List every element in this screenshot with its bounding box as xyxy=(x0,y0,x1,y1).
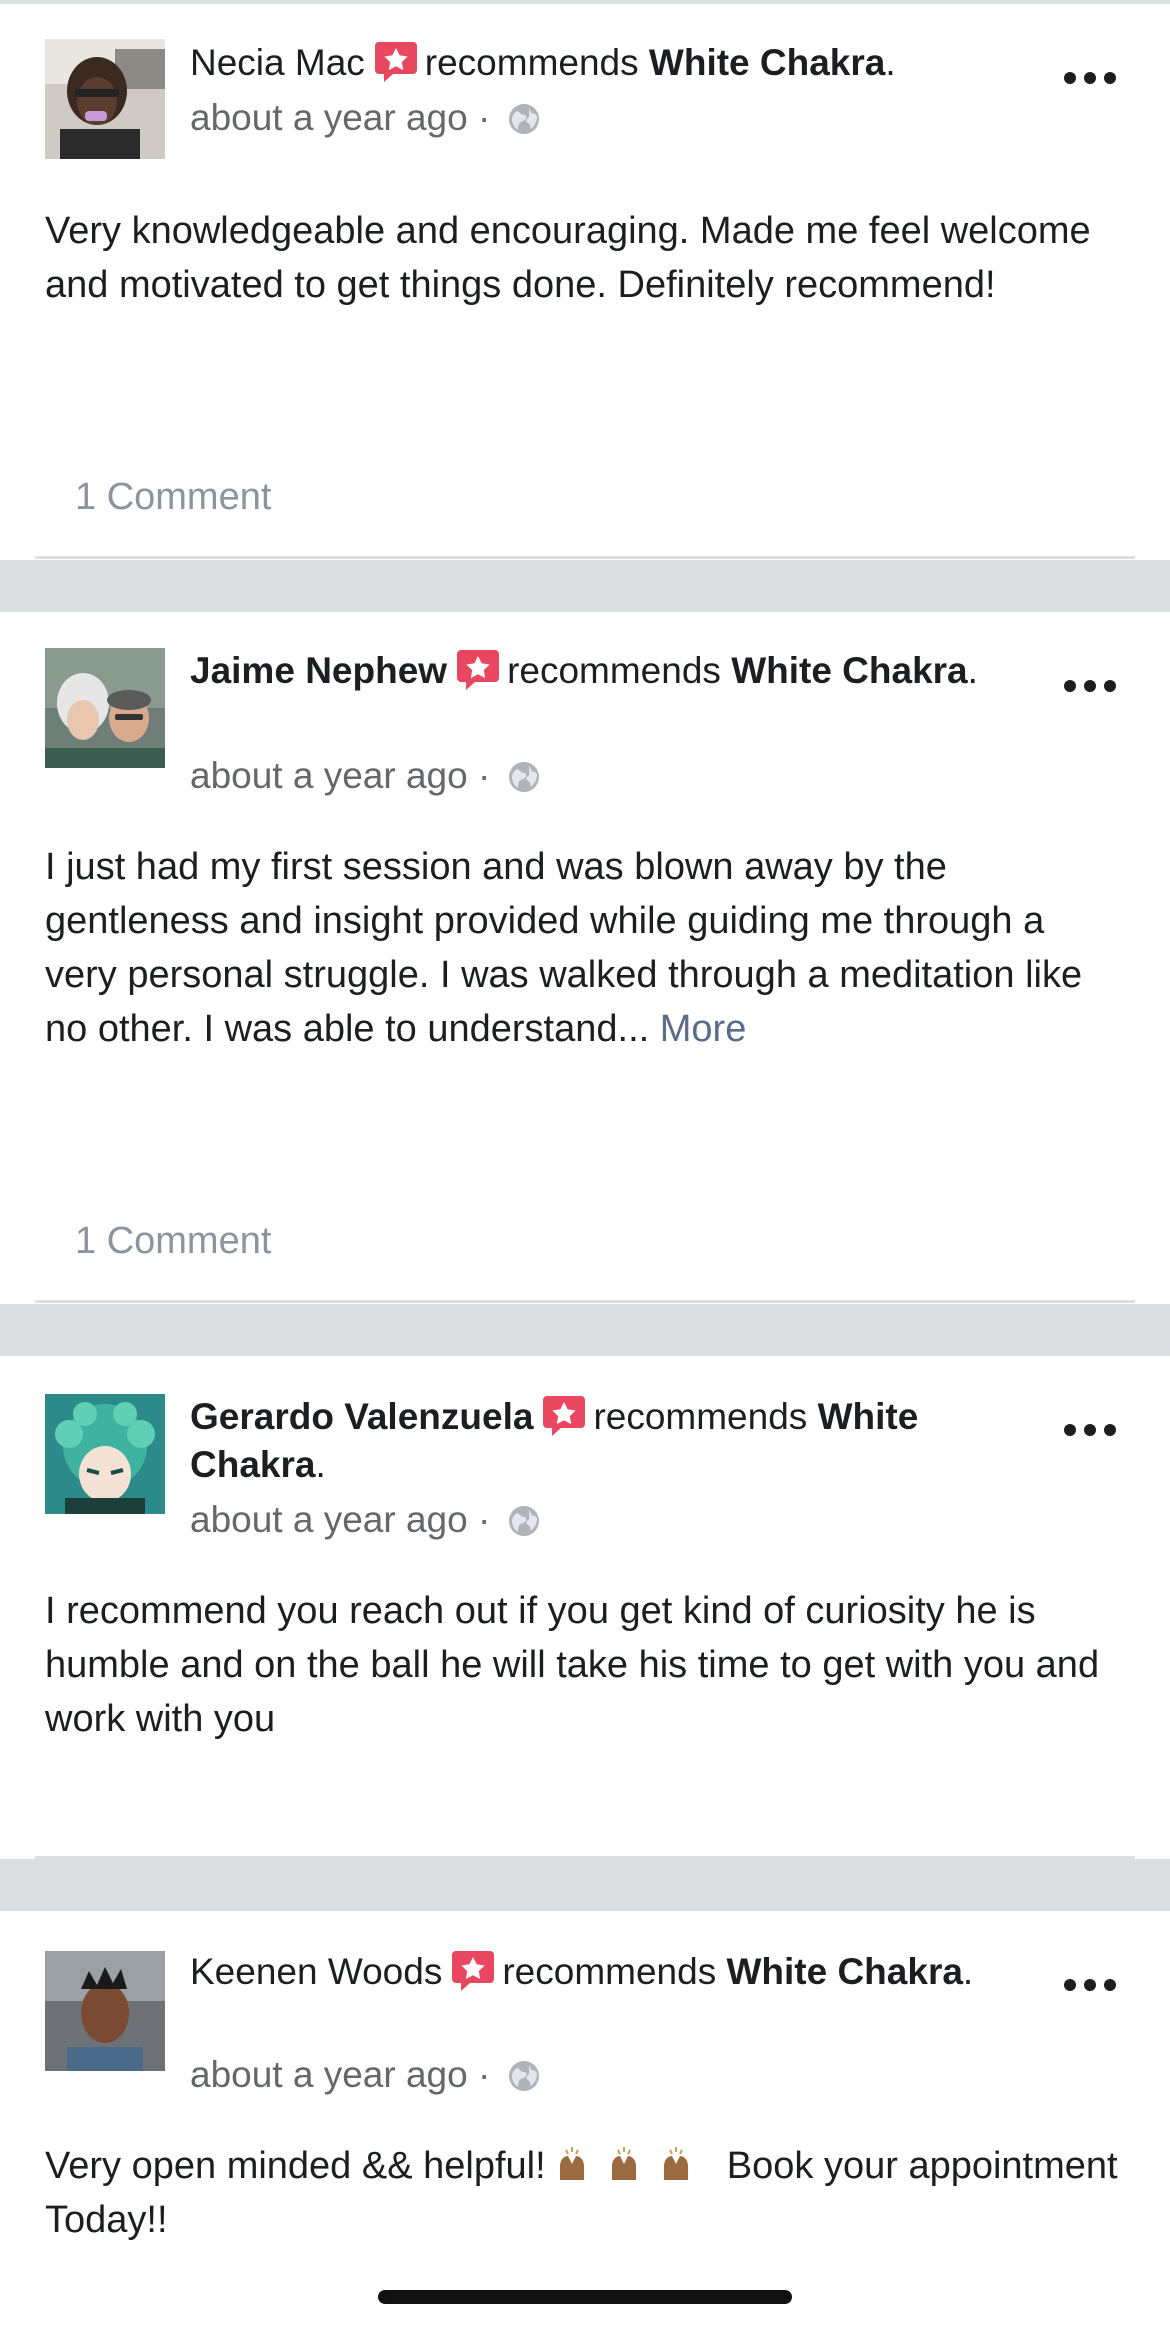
raising-hands-emoji-icon xyxy=(560,2147,689,2180)
review-header: Necia Mac recommends White Chakra. xyxy=(190,38,1050,87)
avatar[interactable] xyxy=(45,1951,165,2071)
globe-icon xyxy=(508,104,539,134)
avatar[interactable] xyxy=(45,1394,165,1514)
reviewer-name[interactable]: Jaime Nephew xyxy=(190,650,447,691)
recommend-icon xyxy=(543,1396,586,1436)
avatar[interactable] xyxy=(45,648,165,768)
review-text-content: I just had my first session and was blow… xyxy=(45,846,1083,1050)
recommends-verb: recommends xyxy=(502,1951,717,1992)
review-card: Keenen Woods recommends White Chakra. abo… xyxy=(0,1911,1170,2325)
review-header: Jaime Nephew recommends White Chakra. xyxy=(190,646,1050,695)
page-link[interactable]: White Chakra xyxy=(726,1951,962,1992)
review-card: Jaime Nephew recommends White Chakra. abo… xyxy=(0,612,1170,1304)
recommends-verb: recommends xyxy=(424,42,639,83)
timestamp[interactable]: about a year ago xyxy=(190,2054,468,2095)
card-separator xyxy=(0,560,1170,612)
page-link[interactable]: White Chakra xyxy=(731,650,967,691)
review-card: Necia Mac recommends White Chakra. about … xyxy=(0,4,1170,560)
globe-icon xyxy=(508,2061,539,2091)
review-meta: about a year ago · xyxy=(190,754,541,798)
review-header: Keenen Woods recommends White Chakra. xyxy=(190,1947,1050,1996)
page-link[interactable]: White Chakra xyxy=(649,42,885,83)
review-text-start: Very open minded && helpful! xyxy=(45,2145,546,2187)
timestamp[interactable]: about a year ago xyxy=(190,1499,468,1540)
timestamp[interactable]: about a year ago xyxy=(190,755,468,796)
more-options-icon[interactable] xyxy=(1060,1973,1120,1997)
recommend-icon xyxy=(457,650,500,690)
card-separator xyxy=(0,1304,1170,1356)
reviewer-name[interactable]: Necia Mac xyxy=(190,42,365,83)
review-meta: about a year ago · xyxy=(190,96,541,140)
recommends-verb: recommends xyxy=(507,650,721,691)
review-meta: about a year ago · xyxy=(190,2053,541,2097)
review-header: Gerardo Valenzuela recommends White Chakr… xyxy=(190,1392,1050,1489)
home-indicator[interactable] xyxy=(378,2290,792,2304)
review-text: Very open minded && helpful! Book your a… xyxy=(45,2139,1125,2247)
card-separator xyxy=(0,1859,1170,1911)
more-options-icon[interactable] xyxy=(1060,674,1120,698)
recommends-verb: recommends xyxy=(593,1396,808,1437)
globe-icon xyxy=(508,762,539,792)
more-options-icon[interactable] xyxy=(1060,66,1120,90)
recommend-icon xyxy=(452,1951,495,1991)
timestamp[interactable]: about a year ago xyxy=(190,97,468,138)
comments-link[interactable]: 1 Comment xyxy=(75,476,271,519)
review-card: Gerardo Valenzuela recommends White Chakr… xyxy=(0,1356,1170,1914)
avatar[interactable] xyxy=(45,39,165,159)
reviewer-name[interactable]: Keenen Woods xyxy=(190,1951,442,1992)
review-text: Very knowledgeable and encouraging. Made… xyxy=(45,210,1091,306)
divider xyxy=(35,1300,1135,1303)
review-text: I just had my first session and was blow… xyxy=(45,840,1125,1056)
comments-link[interactable]: 1 Comment xyxy=(75,1220,271,1263)
see-more-link[interactable]: More xyxy=(660,1008,747,1050)
recommend-icon xyxy=(374,42,417,82)
divider xyxy=(35,556,1135,559)
reviewer-name[interactable]: Gerardo Valenzuela xyxy=(190,1396,533,1437)
review-meta: about a year ago · xyxy=(190,1498,541,1542)
review-text: I recommend you reach out if you get kin… xyxy=(45,1590,1100,1740)
more-options-icon[interactable] xyxy=(1060,1418,1120,1442)
globe-icon xyxy=(508,1506,539,1536)
